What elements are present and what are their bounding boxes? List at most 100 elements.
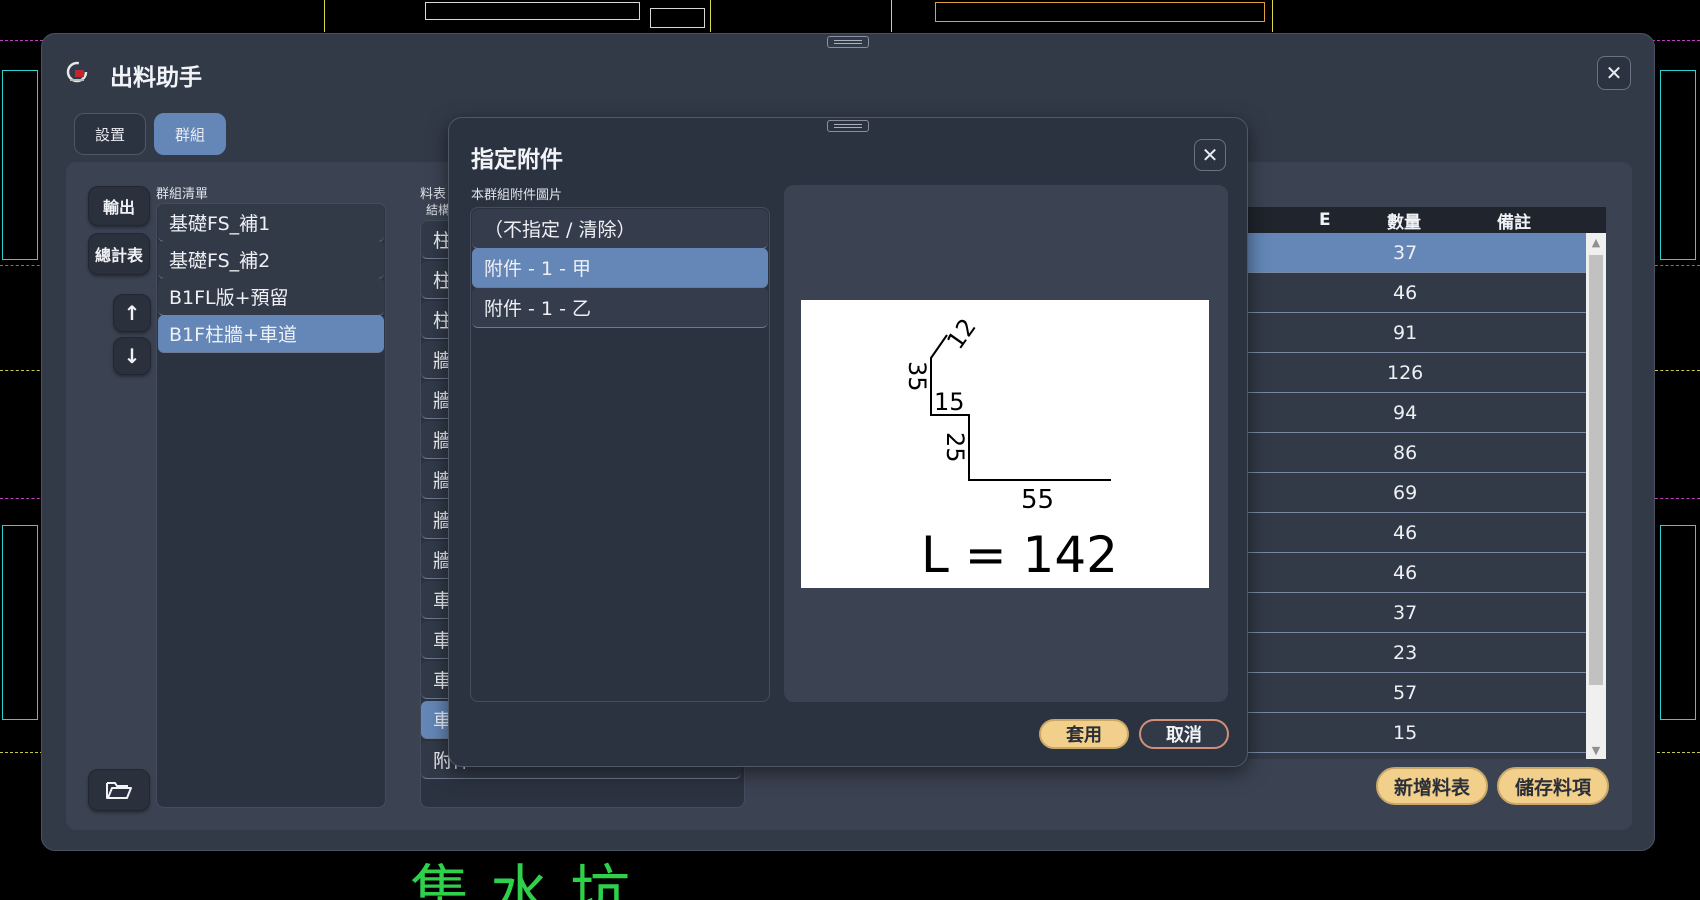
dim-label: 12	[941, 313, 981, 354]
table-header: E 數量 備註	[1243, 207, 1606, 233]
chevron-up-icon[interactable]: ▲	[1586, 233, 1606, 251]
dim-label: 25	[941, 432, 969, 463]
summary-table-button[interactable]: 總計表	[88, 233, 150, 275]
arrow-down-icon: ↓	[123, 344, 141, 368]
dialog-title: 指定附件	[471, 147, 563, 173]
table-row[interactable]: 69	[1243, 473, 1586, 513]
move-down-button[interactable]: ↓	[113, 337, 151, 375]
cad-block	[2, 70, 38, 260]
cad-dash-line	[0, 498, 45, 499]
qty-cell: 86	[1393, 441, 1418, 464]
dim-label: 15	[934, 388, 965, 416]
table-row[interactable]: 94	[1243, 393, 1586, 433]
table-scrollbar[interactable]: ▲ ▼	[1586, 233, 1606, 759]
qty-cell: 94	[1393, 401, 1418, 424]
length-label: L = 142	[921, 526, 1118, 584]
cad-dash-line	[1655, 498, 1700, 499]
tab-settings[interactable]: 設置	[74, 113, 146, 155]
attachment-item[interactable]: 附件 - 1 - 乙	[472, 288, 768, 328]
column-header-e: E	[1319, 210, 1331, 230]
cad-dash-line	[1655, 265, 1700, 266]
table-row[interactable]: 86	[1243, 433, 1586, 473]
attachment-item-none[interactable]: （不指定 / 清除）	[472, 209, 768, 249]
group-list-item[interactable]: 基礎FS_補2	[158, 241, 384, 279]
dialog-close-button[interactable]: ✕	[1194, 139, 1226, 171]
qty-cell: 46	[1393, 561, 1418, 584]
app-logo-icon	[66, 61, 88, 83]
cad-line	[324, 0, 325, 32]
qty-cell: 37	[1393, 241, 1418, 264]
move-up-button[interactable]: ↑	[113, 294, 151, 332]
attachment-preview-image: 12 35 15 25 55 L = 142	[801, 300, 1209, 588]
qty-cell: 91	[1393, 321, 1418, 344]
qty-cell: 57	[1393, 681, 1418, 704]
table-row[interactable]: 126	[1243, 353, 1586, 393]
material-table: E 數量 備註 37 46 91 126 94 86 69 46 46 37 2…	[1243, 207, 1606, 759]
folder-open-icon	[106, 782, 132, 799]
qty-cell: 23	[1393, 641, 1418, 664]
apply-button[interactable]: 套用	[1039, 719, 1129, 749]
qty-cell: 15	[1393, 721, 1418, 744]
cad-block	[935, 2, 1265, 22]
close-icon: ✕	[1201, 143, 1219, 167]
table-row[interactable]: 15	[1243, 713, 1586, 753]
table-body: 37 46 91 126 94 86 69 46 46 37 23 57 15	[1243, 233, 1586, 759]
dim-label: 35	[903, 361, 931, 392]
group-list-item[interactable]: B1F柱牆+車道	[158, 315, 384, 353]
cad-block	[650, 8, 705, 28]
app-title: 出料助手	[110, 65, 202, 91]
cad-dash-line	[0, 370, 45, 371]
cad-block	[1660, 525, 1696, 720]
qty-cell: 69	[1393, 481, 1418, 504]
table-row[interactable]: 37	[1243, 593, 1586, 633]
tab-groups[interactable]: 群組	[154, 113, 226, 155]
bend-shape-drawing: 12 35 15 25 55 L = 142	[903, 313, 1118, 584]
table-row[interactable]: 46	[1243, 273, 1586, 313]
export-button[interactable]: 輸出	[88, 186, 150, 226]
scroll-thumb[interactable]	[1589, 255, 1603, 685]
cad-text: 集水坑	[410, 859, 650, 900]
add-material-table-button[interactable]: 新增料表	[1376, 767, 1488, 805]
cancel-button[interactable]: 取消	[1139, 719, 1229, 749]
cad-line	[710, 0, 711, 32]
table-row[interactable]: 46	[1243, 553, 1586, 593]
group-list-label: 群組清單	[156, 187, 209, 202]
cad-block	[2, 525, 38, 720]
dialog-drag-handle[interactable]	[827, 120, 869, 132]
assign-attachment-dialog: 指定附件 ✕ 本群組附件圖片 （不指定 / 清除） 附件 - 1 - 甲 附件 …	[448, 117, 1248, 767]
group-list-item[interactable]: B1FL版+預留	[158, 278, 384, 316]
arrow-up-icon: ↑	[123, 301, 141, 325]
close-button[interactable]: ✕	[1597, 56, 1631, 90]
group-list: 基礎FS_補1 基礎FS_補2 B1FL版+預留 B1F柱牆+車道	[156, 203, 386, 808]
table-row[interactable]: 23	[1243, 633, 1586, 673]
table-row[interactable]: 46	[1243, 513, 1586, 553]
cad-block	[1660, 70, 1696, 260]
open-folder-button[interactable]	[88, 769, 150, 811]
cad-block	[425, 2, 640, 20]
table-row[interactable]: 37	[1243, 233, 1586, 273]
cad-line	[891, 0, 892, 32]
cad-dash-line	[0, 265, 45, 266]
qty-cell: 126	[1387, 361, 1424, 384]
preview-area: 12 35 15 25 55 L = 142	[784, 185, 1228, 702]
table-row[interactable]: 91	[1243, 313, 1586, 353]
dim-label: 55	[1021, 485, 1054, 515]
cad-line	[1272, 0, 1273, 32]
close-icon: ✕	[1605, 61, 1623, 85]
attachment-list-label: 本群組附件圖片	[471, 188, 563, 203]
qty-cell: 46	[1393, 281, 1418, 304]
qty-cell: 46	[1393, 521, 1418, 544]
attachment-item[interactable]: 附件 - 1 - 甲	[472, 248, 768, 288]
material-list-label: 料表	[420, 187, 447, 202]
group-list-item[interactable]: 基礎FS_補1	[158, 204, 384, 242]
attachment-list: （不指定 / 清除） 附件 - 1 - 甲 附件 - 1 - 乙	[470, 207, 770, 702]
column-header-note: 備註	[1497, 212, 1531, 233]
qty-cell: 37	[1393, 601, 1418, 624]
table-row[interactable]: 57	[1243, 673, 1586, 713]
chevron-down-icon[interactable]: ▼	[1586, 741, 1606, 759]
column-header-qty: 數量	[1387, 212, 1421, 233]
material-list-sublabel: 結構	[426, 203, 451, 217]
drag-handle[interactable]	[827, 36, 869, 48]
cad-dash-line	[1655, 370, 1700, 371]
save-material-button[interactable]: 儲存料項	[1497, 767, 1609, 805]
